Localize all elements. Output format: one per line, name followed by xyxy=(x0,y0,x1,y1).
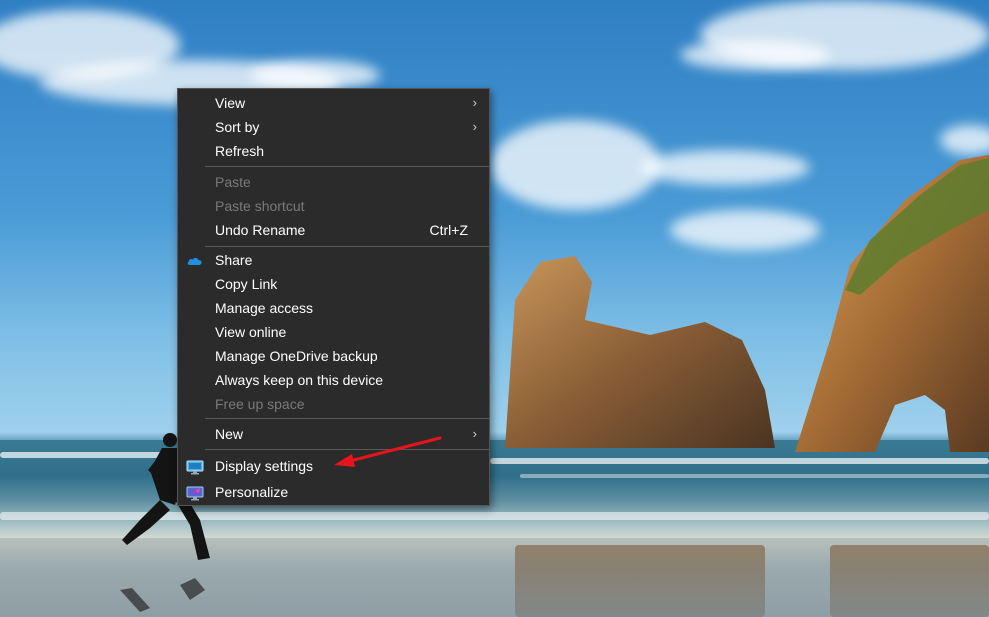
desktop-context-menu: View › Sort by › Refresh Paste Paste sho… xyxy=(177,88,490,506)
chevron-right-icon: › xyxy=(472,119,477,134)
menu-item-label: Display settings xyxy=(215,458,314,474)
onedrive-cloud-icon xyxy=(186,252,204,268)
rock-formations xyxy=(120,155,989,612)
menu-item-personalize[interactable]: Personalize xyxy=(178,480,489,504)
sea-stack-rock xyxy=(505,256,775,448)
menu-item-label: Copy Link xyxy=(215,276,278,292)
menu-item-view-online[interactable]: View online xyxy=(178,320,489,344)
menu-item-paste-shortcut: Paste shortcut xyxy=(178,194,489,218)
menu-item-label: Sort by xyxy=(215,119,260,135)
menu-separator xyxy=(205,418,489,419)
menu-item-label: Paste shortcut xyxy=(215,198,305,214)
menu-item-refresh[interactable]: Refresh xyxy=(178,139,489,163)
menu-item-always-keep-on-device[interactable]: Always keep on this device xyxy=(178,368,489,392)
menu-item-share[interactable]: Share xyxy=(178,248,489,272)
menu-item-label: Personalize xyxy=(215,484,289,500)
chevron-right-icon: › xyxy=(472,426,477,441)
menu-item-manage-onedrive-backup[interactable]: Manage OneDrive backup xyxy=(178,344,489,368)
menu-item-new[interactable]: New › xyxy=(178,422,489,446)
menu-item-label: Paste xyxy=(215,174,251,190)
menu-item-label: Manage access xyxy=(215,300,314,316)
desktop-wallpaper[interactable]: View › Sort by › Refresh Paste Paste sho… xyxy=(0,0,989,617)
menu-item-label: New xyxy=(215,426,244,442)
menu-item-view[interactable]: View › xyxy=(178,91,489,115)
menu-item-label: Undo Rename xyxy=(215,222,306,238)
menu-item-label: Share xyxy=(215,252,253,268)
shortcut-label: Ctrl+Z xyxy=(429,222,469,238)
menu-separator xyxy=(205,166,489,167)
menu-item-label: Manage OneDrive backup xyxy=(215,348,378,364)
menu-item-copy-link[interactable]: Copy Link xyxy=(178,272,489,296)
menu-separator xyxy=(205,246,489,247)
menu-separator xyxy=(205,449,489,450)
menu-item-manage-access[interactable]: Manage access xyxy=(178,296,489,320)
menu-item-label: Refresh xyxy=(215,143,265,159)
personalize-icon xyxy=(186,484,204,501)
menu-item-label: Free up space xyxy=(215,396,305,412)
menu-item-label: View xyxy=(215,95,246,111)
display-settings-icon xyxy=(186,458,204,475)
menu-item-display-settings[interactable]: Display settings xyxy=(178,454,489,478)
menu-item-label: View online xyxy=(215,324,287,340)
menu-item-sort-by[interactable]: Sort by › xyxy=(178,115,489,139)
menu-item-paste: Paste xyxy=(178,170,489,194)
menu-item-free-up-space: Free up space xyxy=(178,392,489,416)
menu-item-undo-rename[interactable]: Undo Rename Ctrl+Z xyxy=(178,218,489,242)
menu-item-label: Always keep on this device xyxy=(215,372,384,388)
chevron-right-icon: › xyxy=(472,95,477,110)
